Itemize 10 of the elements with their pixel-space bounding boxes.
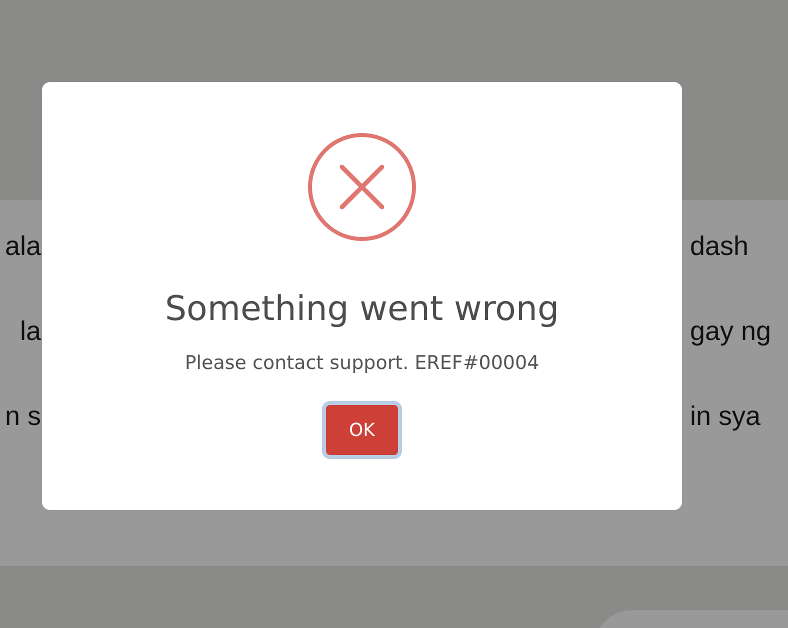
body-text: in sya	[689, 400, 762, 433]
body-text: gay ng	[689, 315, 772, 348]
dialog-title: Something went wrong	[164, 288, 560, 331]
body-text: n s	[4, 400, 42, 433]
dialog-message: Please contact support. EREF#00004	[184, 351, 540, 375]
body-text: ala	[4, 230, 42, 263]
body-text: la	[18, 315, 42, 348]
error-icon	[306, 131, 418, 243]
ok-button[interactable]: OK	[326, 405, 398, 455]
body-text: dash	[689, 230, 750, 263]
